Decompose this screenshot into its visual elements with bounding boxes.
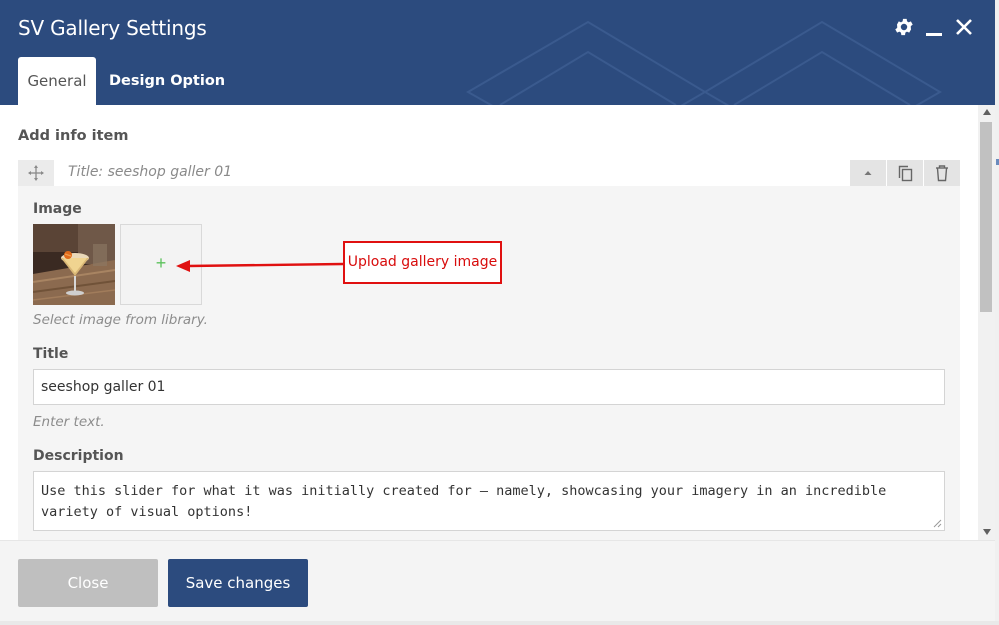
title-input[interactable]: seeshop galler 01	[33, 369, 945, 405]
background-bottom-edge	[0, 621, 999, 625]
delete-icon	[936, 165, 948, 182]
scroll-down-icon[interactable]	[983, 529, 991, 535]
description-label: Description	[33, 448, 124, 464]
scrollbar[interactable]	[978, 105, 995, 540]
collapse-icon	[864, 171, 872, 175]
duplicate-button[interactable]	[887, 160, 923, 186]
dialog-title: SV Gallery Settings	[18, 16, 207, 40]
drag-handle[interactable]	[18, 160, 54, 186]
background-edge	[995, 0, 999, 625]
close-button[interactable]: Close	[18, 559, 158, 607]
info-item-panel: Title: seeshop galler 01 Image + Select …	[18, 160, 960, 540]
tab-general[interactable]: General	[18, 57, 96, 105]
move-icon	[28, 165, 44, 181]
save-changes-button[interactable]: Save changes	[168, 559, 308, 607]
minimize-icon[interactable]	[925, 16, 943, 38]
tab-design-option[interactable]: Design Option	[96, 57, 238, 105]
delete-button[interactable]	[924, 160, 960, 186]
duplicate-icon	[898, 165, 913, 182]
gallery-thumbnail[interactable]	[33, 224, 115, 305]
annotation-arrow	[176, 260, 344, 272]
cocktail-image	[33, 224, 115, 305]
info-item-title: Title: seeshop galler 01	[68, 164, 233, 180]
gear-icon[interactable]	[893, 16, 915, 38]
title-label: Title	[33, 346, 69, 362]
description-textarea[interactable]: Use this slider for what it was initiall…	[33, 471, 945, 531]
dialog-body: Add info item Title: seeshop galler 01 I…	[0, 105, 978, 540]
scroll-thumb[interactable]	[980, 122, 992, 312]
resize-grip-icon[interactable]	[933, 519, 942, 528]
scroll-up-icon[interactable]	[983, 109, 991, 115]
image-help-text: Select image from library.	[33, 312, 208, 328]
dialog-footer: Close Save changes	[0, 540, 995, 625]
dialog-header: SV Gallery Settings General Design Optio…	[0, 0, 995, 105]
title-help-text: Enter text.	[33, 414, 105, 430]
description-text: Use this slider for what it was initiall…	[41, 483, 887, 520]
annotation-callout: Upload gallery image	[343, 241, 502, 284]
close-icon[interactable]	[955, 16, 973, 38]
image-label: Image	[33, 201, 82, 217]
collapse-button[interactable]	[850, 160, 886, 186]
info-item-header[interactable]: Title: seeshop galler 01	[18, 160, 960, 186]
section-label: Add info item	[18, 128, 129, 144]
